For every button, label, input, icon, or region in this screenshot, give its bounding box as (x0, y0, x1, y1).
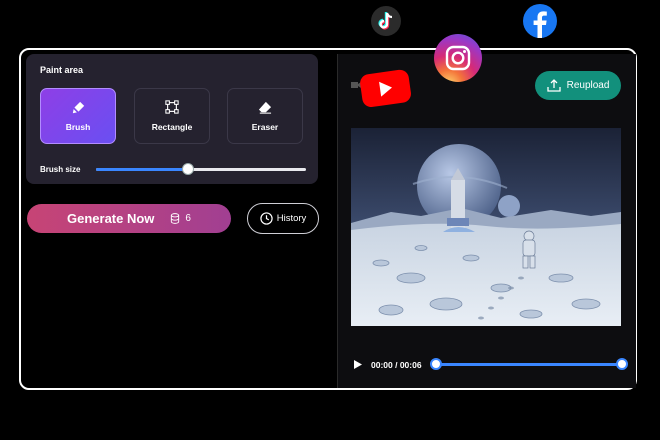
database-icon (171, 213, 180, 224)
tiktok-icon[interactable] (370, 5, 402, 37)
generate-now-label: Generate Now (67, 211, 155, 226)
brush-tool-label: Brush (65, 121, 91, 132)
paint-area-panel: Paint area Brush Rectangle Eraser Brush … (26, 54, 318, 184)
video-seek-bar[interactable] (430, 358, 628, 370)
history-label: History (276, 213, 307, 224)
paint-area-title: Paint area (40, 65, 84, 75)
rectangle-tool-button[interactable]: Rectangle (134, 88, 210, 144)
video-player-controls: 00:00 / 00:06 (351, 352, 628, 376)
facebook-icon[interactable] (522, 3, 558, 39)
credits-value: 6 (185, 213, 191, 224)
moon-astronaut-scene (351, 128, 621, 326)
brush-size-fill (96, 168, 189, 171)
upload-icon (546, 79, 561, 92)
video-time: 00:00 / 00:06 (371, 360, 422, 370)
brush-size-slider[interactable] (96, 163, 306, 175)
history-button[interactable]: History (247, 203, 319, 234)
clock-icon (260, 212, 273, 225)
reupload-button[interactable]: Reupload (535, 71, 621, 100)
eraser-icon (258, 101, 272, 114)
rectangle-tool-label: Rectangle (151, 122, 193, 132)
eraser-tool-label: Eraser (251, 121, 279, 132)
preview-image (351, 128, 621, 326)
seek-end-thumb[interactable] (616, 358, 628, 370)
instagram-icon[interactable] (433, 33, 483, 83)
rectangle-icon (165, 100, 179, 114)
brush-icon (72, 101, 84, 113)
generate-now-button[interactable]: Generate Now 6 (27, 204, 231, 233)
eraser-tool-button[interactable]: Eraser (227, 88, 303, 144)
brush-size-label: Brush size (40, 165, 81, 174)
reupload-label: Reupload (566, 80, 610, 91)
youtube-icon[interactable] (357, 66, 414, 110)
play-icon[interactable] (353, 359, 363, 370)
credits-count: 6 (170, 213, 191, 224)
seek-thumb[interactable] (430, 358, 442, 370)
brush-tool-button[interactable]: Brush (40, 88, 116, 144)
brush-size-thumb[interactable] (182, 163, 195, 175)
